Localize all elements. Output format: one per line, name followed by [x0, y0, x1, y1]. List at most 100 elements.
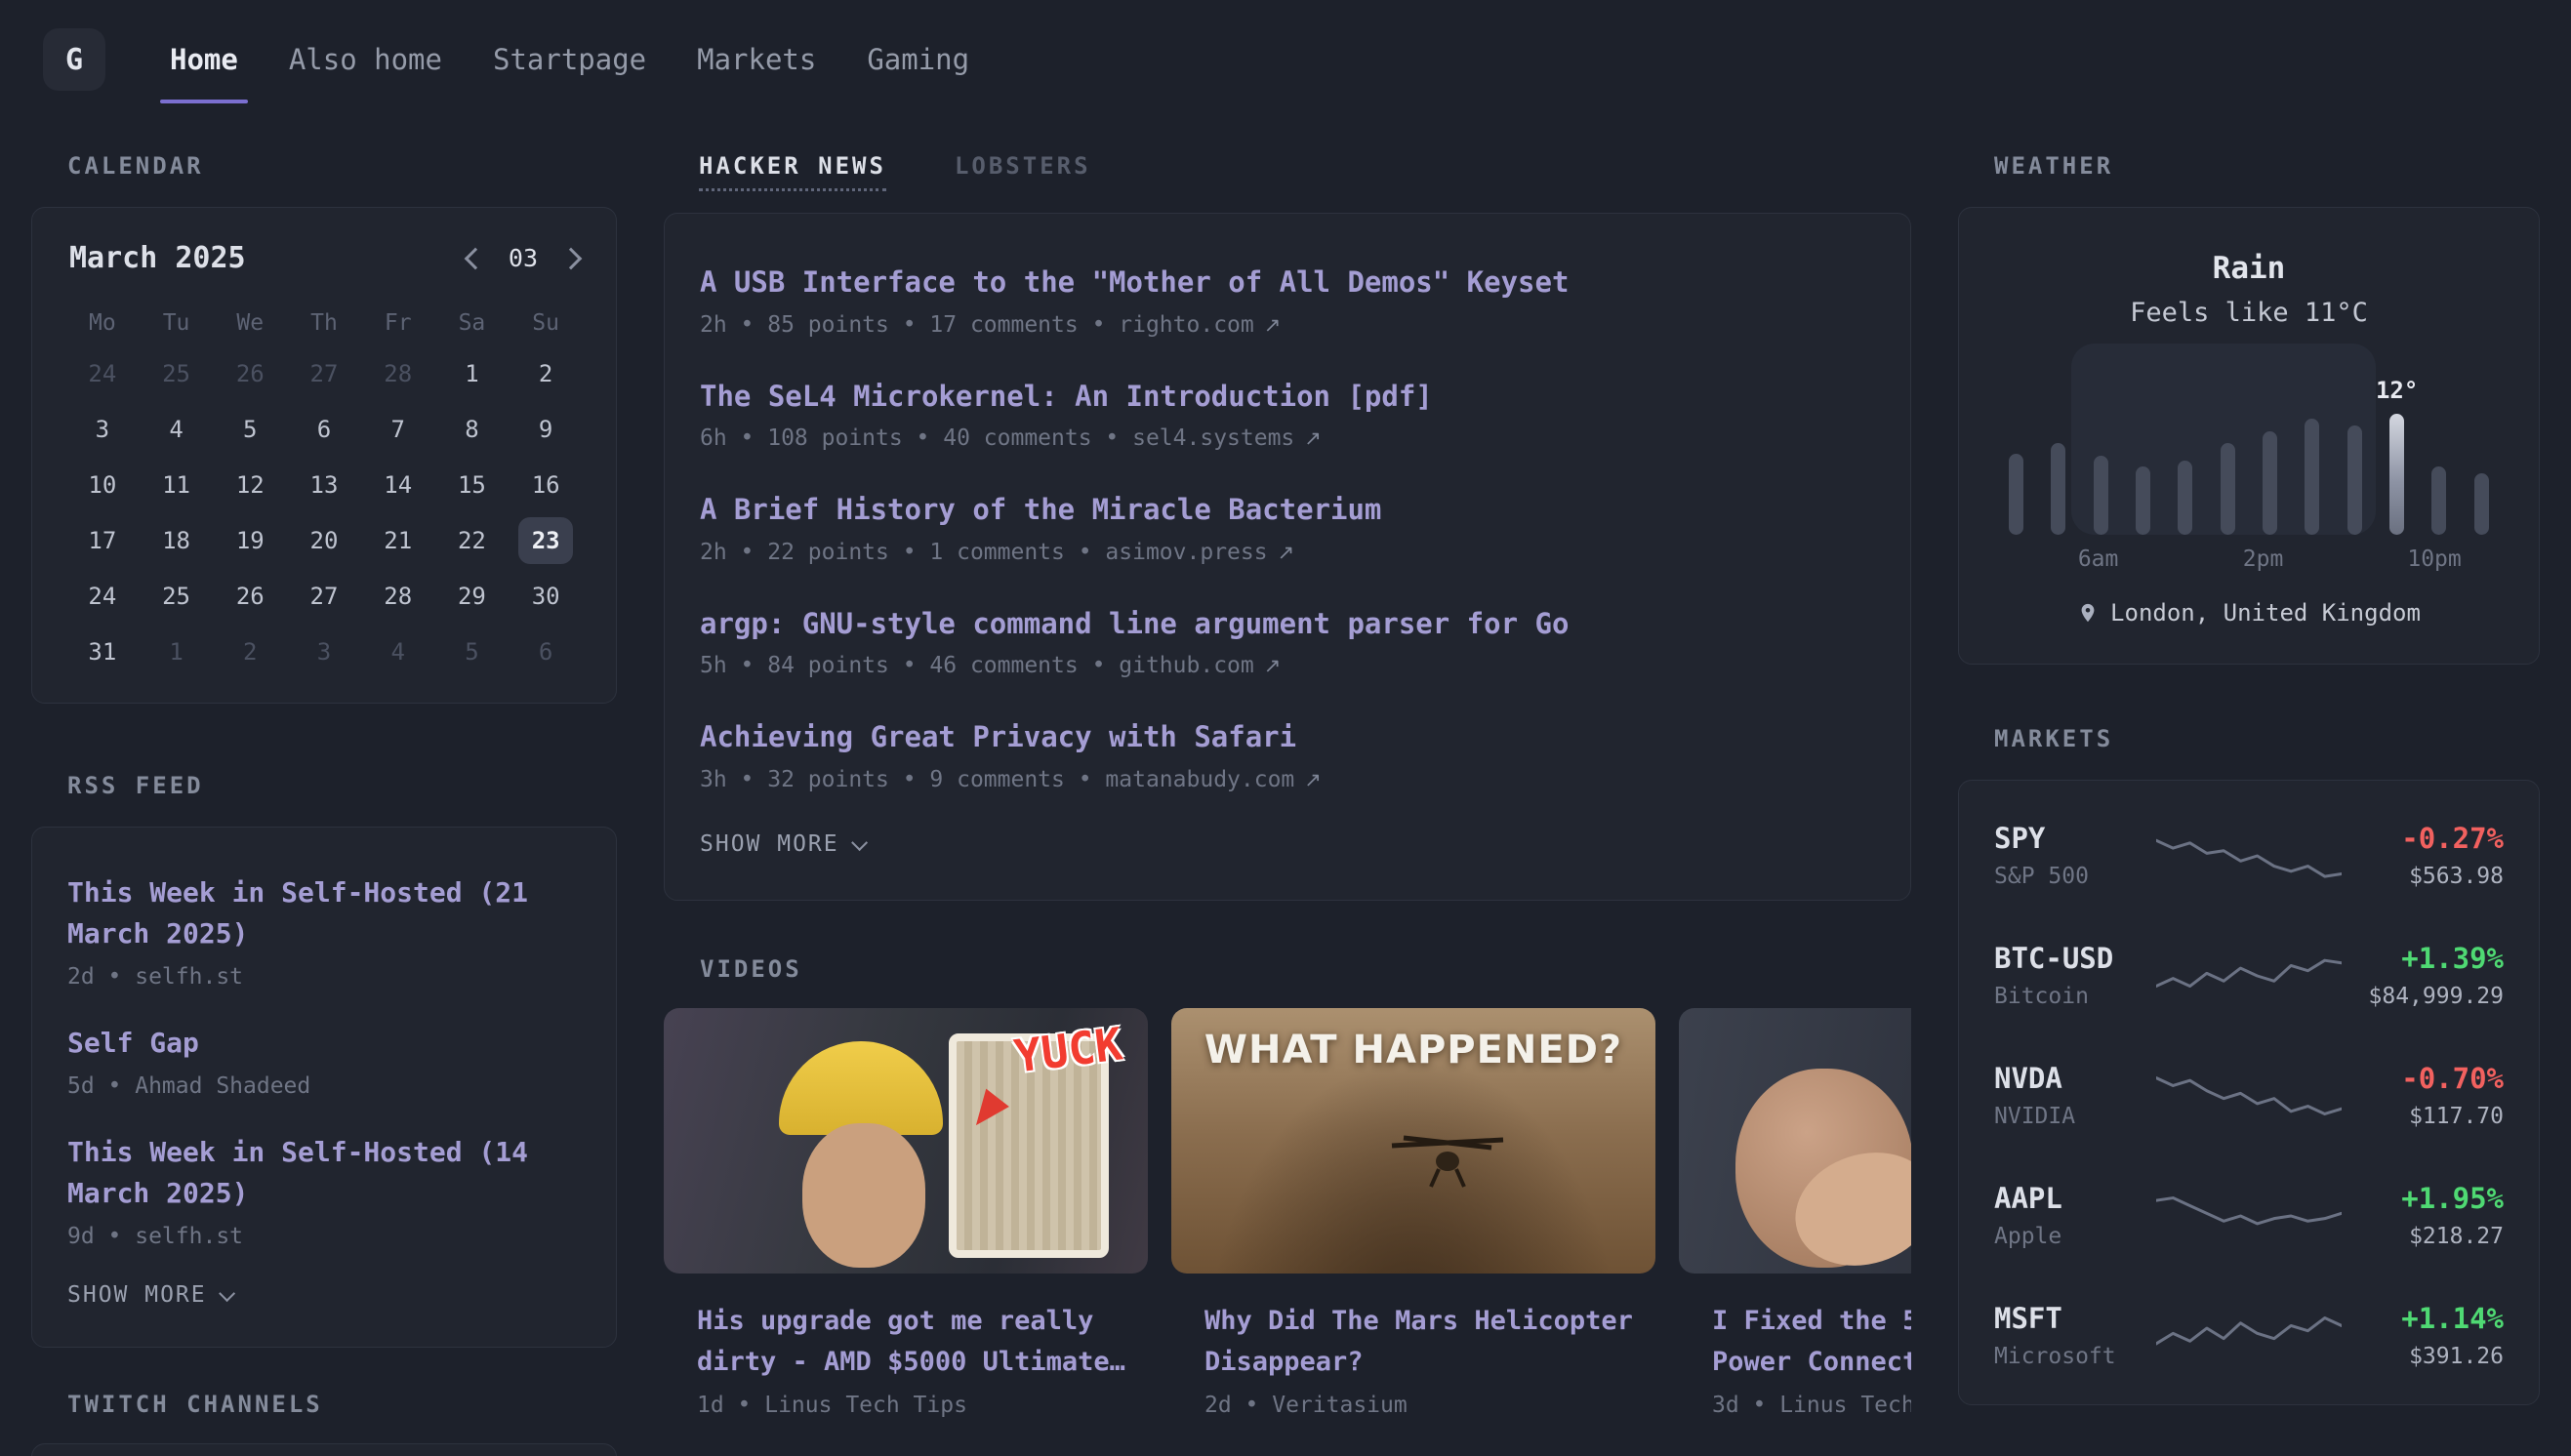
calendar-day: 4 — [361, 624, 435, 679]
video-meta: 3d • Linus Tech Tips — [1679, 1393, 1911, 1418]
face-shape — [802, 1123, 925, 1268]
calendar-prev-icon[interactable] — [465, 247, 487, 269]
calendar-day: 1 — [435, 345, 510, 401]
rss-item-title[interactable]: Self Gap — [67, 1023, 581, 1064]
market-name: Bitcoin — [1994, 984, 2156, 1009]
videos-row: YUCK His upgrade got me really dirty - A… — [664, 1008, 1911, 1418]
market-row[interactable]: NVDA NVIDIA -0.70% $117.70 — [1994, 1062, 2504, 1129]
hacker-news-widget: A USB Interface to the "Mother of All De… — [664, 213, 1911, 901]
news-show-more-button[interactable]: SHOW MORE — [700, 831, 1875, 857]
market-change: +1.95% — [2342, 1182, 2504, 1215]
video-thumbnail[interactable]: YUCK — [664, 1008, 1148, 1274]
nav-tab-gaming[interactable]: Gaming — [841, 0, 995, 119]
calendar-grid: 2425262728123456789101112131415161718192… — [65, 345, 583, 679]
weather-hour-bar — [2263, 431, 2277, 535]
calendar-day: 10 — [65, 457, 140, 512]
video-meta: 1d • Linus Tech Tips — [664, 1393, 1148, 1418]
weather-hour-bar — [2305, 419, 2319, 535]
external-link-icon: ↗ — [1304, 768, 1322, 791]
twitch-widget — [31, 1443, 617, 1456]
weather-hourly-chart: 12° — [1995, 359, 2503, 535]
news-item: A USB Interface to the "Mother of All De… — [700, 263, 1875, 338]
weather-widget: Rain Feels like 11°C 12° 6am2pm10pm Lond… — [1958, 207, 2540, 665]
calendar-day: 27 — [287, 568, 361, 624]
market-price: $84,999.29 — [2342, 984, 2504, 1009]
calendar-day: 28 — [361, 345, 435, 401]
app-logo[interactable]: G — [43, 28, 105, 91]
calendar-day: 3 — [287, 624, 361, 679]
weather-condition: Rain — [1995, 251, 2503, 286]
rss-item: Self Gap 5d • Ahmad Shadeed — [67, 1023, 581, 1099]
news-item-meta: 3h • 32 points • 9 comments • matanabudy… — [700, 767, 1875, 792]
calendar-next-icon[interactable] — [560, 247, 583, 269]
dashboard-columns: CALENDAR March 2025 03 MoTuWeThFrSaSu 24… — [0, 152, 2571, 1456]
weather-section-header: WEATHER — [1994, 152, 2540, 180]
market-row[interactable]: SPY S&P 500 -0.27% $563.98 — [1994, 822, 2504, 889]
weather-time-label — [1995, 546, 2036, 572]
market-row[interactable]: AAPL Apple +1.95% $218.27 — [1994, 1182, 2504, 1249]
video-title[interactable]: I Fixed the 5 Power Connect — [1679, 1301, 1911, 1383]
tab-lobsters[interactable]: LOBSTERS — [955, 152, 1091, 191]
video-card[interactable]: WHAT HAPPENED? Why Did The Mars Helicopt… — [1171, 1008, 1655, 1418]
market-symbol: MSFT — [1994, 1302, 2156, 1335]
nav-tab-markets[interactable]: Markets — [672, 0, 841, 119]
dashboard-page: G Home Also home Startpage Markets Gamin… — [0, 0, 2571, 1456]
calendar-day: 21 — [361, 512, 435, 568]
weather-feels-like: Feels like 11°C — [1995, 298, 2503, 328]
calendar-day: 4 — [140, 401, 214, 457]
rss-item-title[interactable]: This Week in Self-Hosted (21 March 2025) — [67, 872, 581, 954]
calendar-day: 6 — [509, 624, 583, 679]
weekday-label: Mo — [65, 301, 140, 345]
calendar-widget: March 2025 03 MoTuWeThFrSaSu 24252627281… — [31, 207, 617, 704]
video-thumbnail[interactable]: DO T — [1679, 1008, 1911, 1274]
right-column: WEATHER Rain Feels like 11°C 12° 6am2pm1… — [1958, 152, 2540, 1405]
video-thumbnail[interactable]: WHAT HAPPENED? — [1171, 1008, 1655, 1274]
calendar-day: 1 — [140, 624, 214, 679]
market-name: NVIDIA — [1994, 1104, 2156, 1129]
video-title[interactable]: His upgrade got me really dirty - AMD $5… — [664, 1301, 1148, 1383]
market-symbol: NVDA — [1994, 1062, 2156, 1095]
video-title[interactable]: Why Did The Mars Helicopter Disappear? — [1171, 1301, 1655, 1383]
calendar-day: 22 — [435, 512, 510, 568]
market-symbol: SPY — [1994, 822, 2156, 855]
news-item-title[interactable]: Achieving Great Privacy with Safari — [700, 717, 1875, 757]
calendar-day: 3 — [65, 401, 140, 457]
calendar-day: 13 — [287, 457, 361, 512]
news-item-title[interactable]: A USB Interface to the "Mother of All De… — [700, 263, 1875, 303]
twitch-section-header: TWITCH CHANNELS — [67, 1391, 617, 1418]
news-item-meta: 5h • 84 points • 46 comments • github.co… — [700, 653, 1875, 678]
weather-time-label — [2462, 546, 2503, 572]
rss-item-title[interactable]: This Week in Self-Hosted (14 March 2025) — [67, 1132, 581, 1214]
news-item-title[interactable]: A Brief History of the Miracle Bacterium — [700, 490, 1875, 530]
news-item: argp: GNU-style command line argument pa… — [700, 604, 1875, 679]
videos-section-header: VIDEOS — [700, 955, 1911, 983]
rss-item-meta: 9d • selfh.st — [67, 1224, 581, 1249]
market-change: +1.39% — [2342, 942, 2504, 975]
rss-show-more-button[interactable]: SHOW MORE — [67, 1282, 581, 1308]
nav-tab-home[interactable]: Home — [144, 0, 264, 119]
news-tabs: HACKER NEWS LOBSTERS — [699, 152, 1911, 191]
calendar-day: 5 — [213, 401, 287, 457]
tab-hacker-news[interactable]: HACKER NEWS — [699, 152, 886, 191]
calendar-day: 24 — [65, 345, 140, 401]
main-nav: Home Also home Startpage Markets Gaming — [144, 0, 995, 119]
news-item-title[interactable]: The SeL4 Microkernel: An Introduction [p… — [700, 377, 1875, 417]
thumbnail-overlay-text: WHAT HAPPENED? — [1171, 1028, 1655, 1072]
weather-time-label: 10pm — [2407, 546, 2461, 572]
calendar-day: 18 — [140, 512, 214, 568]
calendar-day: 14 — [361, 457, 435, 512]
market-row[interactable]: BTC-USD Bitcoin +1.39% $84,999.29 — [1994, 942, 2504, 1009]
external-link-icon: ↗ — [1278, 541, 1295, 564]
nav-tab-startpage[interactable]: Startpage — [468, 0, 672, 119]
rss-item-meta: 2d • selfh.st — [67, 964, 581, 990]
calendar-day: 7 — [361, 401, 435, 457]
video-card[interactable]: YUCK His upgrade got me really dirty - A… — [664, 1008, 1148, 1418]
sparkline-chart — [2156, 1308, 2342, 1364]
video-card[interactable]: DO T I Fixed the 5 Power Connect 3d • Li… — [1679, 1008, 1911, 1418]
news-item: A Brief History of the Miracle Bacterium… — [700, 490, 1875, 565]
weather-time-label — [2036, 546, 2077, 572]
nav-tab-also-home[interactable]: Also home — [264, 0, 468, 119]
market-row[interactable]: MSFT Microsoft +1.14% $391.26 — [1994, 1302, 2504, 1369]
news-item-title[interactable]: argp: GNU-style command line argument pa… — [700, 604, 1875, 644]
weather-location: London, United Kingdom — [1995, 599, 2503, 627]
